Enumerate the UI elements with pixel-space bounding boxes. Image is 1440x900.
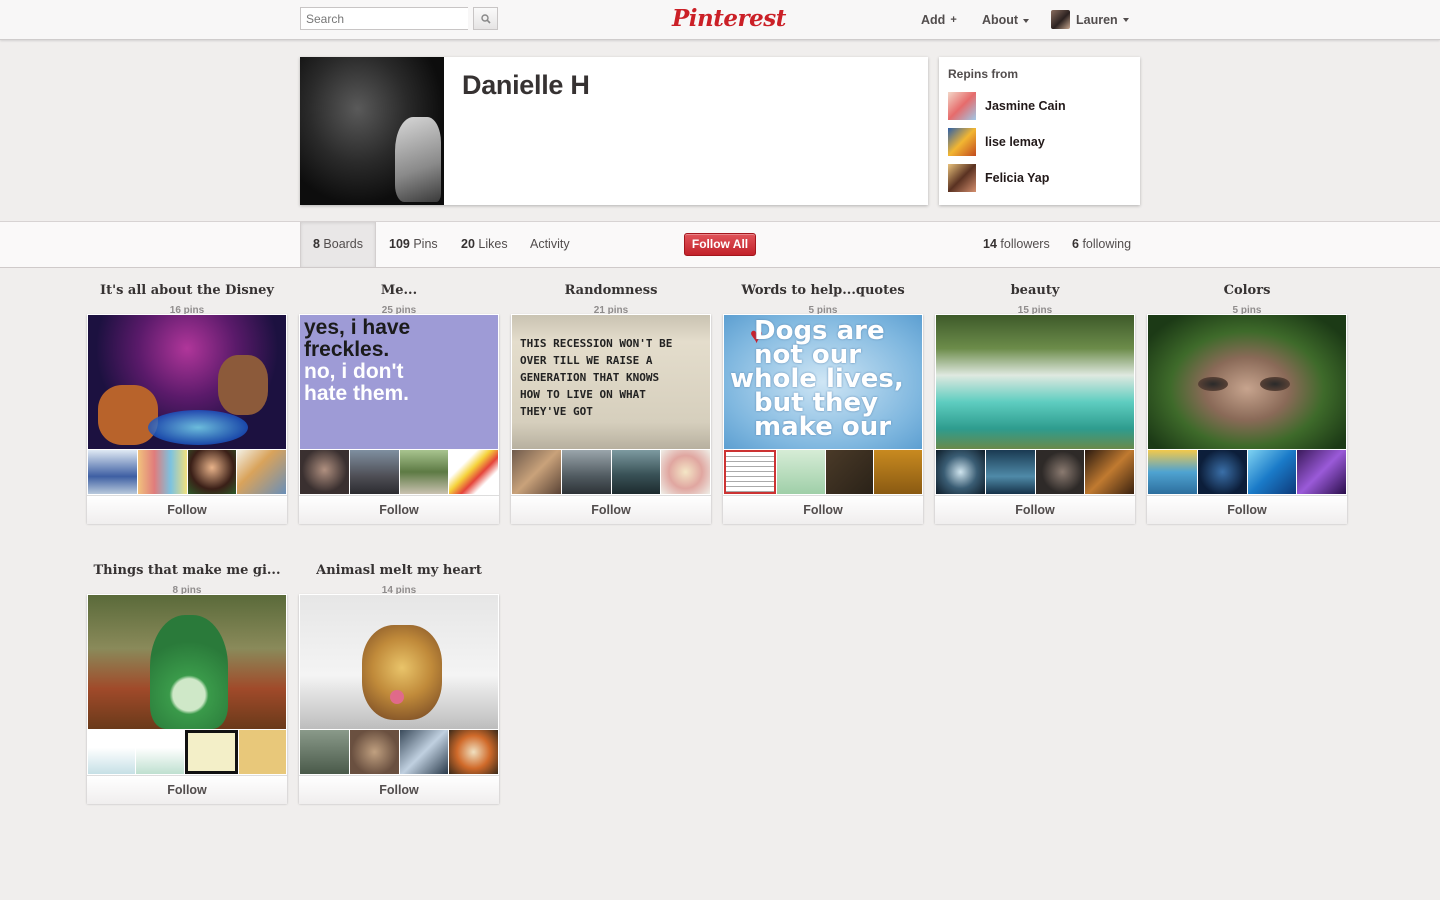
repins-title: Repins from <box>948 67 1019 81</box>
cover-text: Dogs are not our whole lives, but they m… <box>730 316 904 442</box>
board-thumbnail-area[interactable]: Follow <box>87 314 287 524</box>
board-thumbnail-area[interactable]: Follow <box>87 594 287 804</box>
pins-count: 109 <box>389 237 410 251</box>
board-title[interactable]: beauty <box>925 283 1145 298</box>
add-label: Add <box>921 13 946 27</box>
following-count: 6 <box>1072 237 1079 251</box>
following-label: following <box>1082 237 1132 251</box>
repin-user[interactable]: lise lemay <box>948 128 1045 156</box>
repin-user-name: Jasmine Cain <box>985 99 1066 113</box>
board-follow-button[interactable]: Follow <box>299 775 499 804</box>
board-thumbnails <box>724 450 922 494</box>
avatar <box>948 92 976 120</box>
profile-stats-bar: 8 Boards 109 Pins 20 Likes Activity Foll… <box>0 221 1440 268</box>
board-follow-button[interactable]: Follow <box>87 495 287 524</box>
board-title[interactable]: It's all about the Disney <box>77 283 297 298</box>
cover-text: THIS RECESSION WON'T BE OVER TILL WE RAI… <box>520 337 673 418</box>
repin-user-name: Felicia Yap <box>985 171 1050 185</box>
repin-user[interactable]: Jasmine Cain <box>948 92 1066 120</box>
board-title[interactable]: Animasl melt my heart <box>289 563 509 578</box>
profile-photo <box>300 57 444 205</box>
board-cover-image <box>300 595 498 729</box>
board-thumbnails <box>300 450 498 494</box>
about-label: About <box>982 13 1019 27</box>
user-avatar <box>1051 10 1070 29</box>
pins-label: Pins <box>413 237 438 251</box>
board-thumbnails <box>512 450 710 494</box>
board-cover-image <box>936 315 1134 449</box>
board-cover-image <box>88 315 286 449</box>
search-icon <box>480 13 491 24</box>
board-thumbnail-area[interactable]: Follow <box>299 594 499 804</box>
board-thumbnail-area[interactable]: Follow <box>1147 314 1347 524</box>
repin-user-name: lise lemay <box>985 135 1045 149</box>
board-follow-button[interactable]: Follow <box>723 495 923 524</box>
followers-count: 14 <box>983 237 997 251</box>
board-thumbnails <box>88 450 286 494</box>
board-title[interactable]: Words to help...quotes <box>713 283 933 298</box>
pinterest-logo[interactable]: Pinterest <box>672 4 786 34</box>
board-cover-image <box>88 595 286 729</box>
follow-all-button[interactable]: Follow All <box>684 233 756 256</box>
board-thumbnails <box>936 450 1134 494</box>
boards-label: Boards <box>323 237 364 251</box>
board-follow-button[interactable]: Follow <box>87 775 287 804</box>
profile-name: Danielle H <box>462 70 590 100</box>
board-title[interactable]: Colors <box>1137 283 1357 298</box>
board-follow-button[interactable]: Follow <box>935 495 1135 524</box>
board-cover-image: ♥ Dogs are not our whole lives, but they… <box>724 315 922 449</box>
tab-pins[interactable]: 109 Pins <box>389 222 438 267</box>
likes-label: Likes <box>478 237 508 251</box>
chevron-down-icon <box>1023 18 1030 23</box>
board-cover-image: THIS RECESSION WON'T BE OVER TILL WE RAI… <box>512 315 710 449</box>
avatar <box>948 164 976 192</box>
profile-card: Danielle H <box>300 57 928 205</box>
followers-link[interactable]: 14 followers <box>983 222 1050 267</box>
add-menu[interactable]: Add + <box>921 13 957 27</box>
board-cover-image: yes, i have freckles. no, i don't hate t… <box>300 315 498 449</box>
board-title[interactable]: Me... <box>289 283 509 298</box>
tab-activity[interactable]: Activity <box>530 222 570 267</box>
board-title[interactable]: Randomness <box>501 283 721 298</box>
board-thumbnails <box>88 730 286 774</box>
repins-from-card: Repins from Jasmine Cain lise lemay Feli… <box>939 57 1140 205</box>
chevron-down-icon <box>1122 18 1129 22</box>
board-thumbnail-area[interactable]: Follow <box>935 314 1135 524</box>
following-link[interactable]: 6 following <box>1072 222 1131 267</box>
top-header: Pinterest Add + About Lauren <box>0 0 1440 40</box>
search-button[interactable] <box>473 7 498 30</box>
likes-count: 20 <box>461 237 475 251</box>
repin-user[interactable]: Felicia Yap <box>948 164 1049 192</box>
board-follow-button[interactable]: Follow <box>299 495 499 524</box>
tab-boards[interactable]: 8 Boards <box>300 222 376 267</box>
boards-count: 8 <box>312 237 320 251</box>
search-box <box>300 7 498 30</box>
board-follow-button[interactable]: Follow <box>1147 495 1347 524</box>
avatar <box>948 128 976 156</box>
tab-likes[interactable]: 20 Likes <box>461 222 508 267</box>
search-input[interactable] <box>300 7 468 30</box>
board-follow-button[interactable]: Follow <box>511 495 711 524</box>
board-thumbnail-area[interactable]: ♥ Dogs are not our whole lives, but they… <box>723 314 923 524</box>
user-menu[interactable]: Lauren <box>1051 10 1129 29</box>
board-thumbnails <box>300 730 498 774</box>
board-title[interactable]: Things that make me gi... <box>77 563 297 578</box>
user-name: Lauren <box>1076 12 1118 27</box>
board-thumbnail-area[interactable]: yes, i have freckles. no, i don't hate t… <box>299 314 499 524</box>
board-thumbnail-area[interactable]: THIS RECESSION WON'T BE OVER TILL WE RAI… <box>511 314 711 524</box>
board-cover-image <box>1148 315 1346 449</box>
followers-label: followers <box>1000 237 1050 251</box>
about-menu[interactable]: About <box>982 13 1030 27</box>
board-thumbnails <box>1148 450 1346 494</box>
plus-icon: + <box>950 14 957 26</box>
cover-text: yes, i have freckles. no, i don't hate t… <box>304 316 411 405</box>
